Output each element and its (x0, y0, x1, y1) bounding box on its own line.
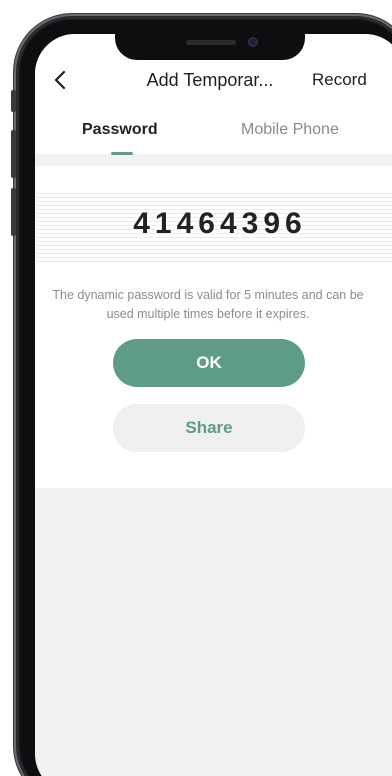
password-card: 41464396 The dynamic password is valid f… (35, 166, 392, 488)
active-tab-indicator (111, 152, 133, 155)
volume-down-button (11, 188, 16, 236)
password-code: 41464396 (133, 207, 307, 240)
share-button[interactable]: Share (113, 404, 305, 452)
front-camera (248, 37, 258, 47)
volume-up-button (11, 130, 16, 178)
ok-button[interactable]: OK (113, 339, 305, 387)
hint-line-2: used multiple times before it expires. (106, 307, 310, 321)
back-button[interactable] (49, 68, 73, 92)
hint-line-1: The dynamic password is valid for 5 minu… (52, 288, 364, 302)
speaker-grille (186, 40, 236, 45)
password-hint: The dynamic password is valid for 5 minu… (35, 286, 381, 324)
chevron-left-icon (54, 70, 66, 90)
mute-switch (11, 90, 16, 112)
device-mockup: Add Temporar... Record Password Mobile P… (0, 0, 392, 776)
app-screen: Add Temporar... Record Password Mobile P… (35, 34, 392, 776)
page-title: Add Temporar... (146, 70, 274, 90)
record-button[interactable]: Record (312, 70, 367, 90)
tab-mobile-phone[interactable]: Mobile Phone (241, 121, 339, 139)
tab-password[interactable]: Password (82, 121, 158, 139)
notch (115, 34, 305, 60)
